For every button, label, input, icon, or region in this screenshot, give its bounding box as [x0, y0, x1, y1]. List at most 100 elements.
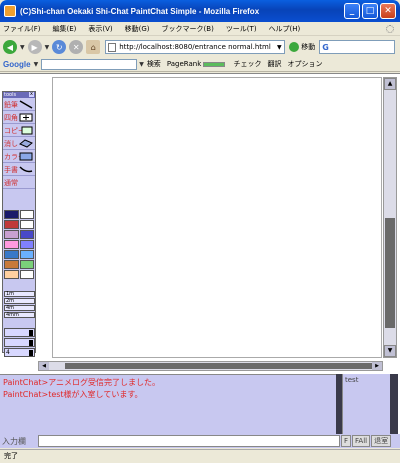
minimize-button[interactable]: _: [344, 3, 360, 19]
google-search-button[interactable]: 検索: [147, 59, 161, 69]
color-swatch[interactable]: [19, 210, 34, 219]
stop-icon[interactable]: ✕: [69, 40, 84, 54]
chat-input-field[interactable]: [38, 435, 340, 447]
color-swatch[interactable]: [19, 260, 34, 269]
check-button[interactable]: チェック: [233, 59, 261, 69]
copy-icon: [21, 126, 33, 135]
go-button[interactable]: 移動: [301, 42, 315, 52]
scroll-left-icon[interactable]: ◀: [39, 362, 49, 370]
color-swatch[interactable]: [4, 210, 19, 219]
color-swatch[interactable]: [4, 250, 19, 259]
f-button[interactable]: F: [341, 435, 352, 447]
chat-message: PaintChat>アニメログ受信完了しました。: [3, 378, 161, 387]
window-titlebar: (C)Shi-chan Oekaki Shi-Chat PaintChat Si…: [0, 0, 400, 22]
menu-bar: ファイル(F) 編集(E) 表示(V) 移動(G) ブックマーク(B) ツール(…: [0, 22, 400, 36]
tool-color[interactable]: カラー: [3, 150, 35, 163]
user-list-scrollbar[interactable]: [390, 374, 398, 434]
back-icon[interactable]: ◀: [3, 40, 17, 54]
color-swatch[interactable]: [4, 220, 19, 229]
color-icon: [19, 152, 33, 161]
throbber-icon: [386, 24, 394, 33]
google-logo[interactable]: Google: [3, 60, 31, 69]
color-swatch[interactable]: [4, 270, 19, 279]
url-bar[interactable]: http://localhost:8080/entrance normal.ht…: [105, 40, 286, 54]
tool-pencil[interactable]: 鉛筆: [3, 98, 35, 111]
menu-help[interactable]: ヘルプ(H): [269, 24, 301, 34]
pagerank-label: PageRank: [167, 60, 228, 68]
color-swatch[interactable]: [4, 230, 19, 239]
color-swatch[interactable]: [19, 220, 34, 229]
fall-button[interactable]: FAll: [352, 435, 371, 447]
tool-rectangle[interactable]: 四角: [3, 111, 35, 124]
palette-close-icon[interactable]: x: [29, 92, 34, 97]
navigation-toolbar: ◀ ▼ ▶ ▼ ↻ ✕ ⌂ http://localhost:8080/entr…: [0, 37, 400, 57]
size-option[interactable]: 4m: [4, 305, 35, 311]
pencil-icon: [19, 100, 33, 109]
vertical-scroll-thumb[interactable]: [385, 218, 395, 328]
tools-palette: tools x 鉛筆 四角 コピー 消し カラー 手書 通常 1m 2m 4m …: [2, 91, 36, 357]
exit-button[interactable]: 退室: [371, 435, 392, 447]
block-option[interactable]: 4: [4, 348, 35, 357]
color-swatch[interactable]: [4, 260, 19, 269]
url-dropdown-icon[interactable]: ▼: [274, 44, 284, 51]
app-icon: [4, 5, 16, 17]
menu-bookmarks[interactable]: ブックマーク(B): [162, 24, 214, 34]
tool-freehand[interactable]: 手書: [3, 163, 35, 176]
tool-copy[interactable]: コピー: [3, 124, 35, 137]
google-search-input[interactable]: [41, 58, 138, 70]
search-engine-icon[interactable]: G: [322, 43, 329, 52]
maximize-button[interactable]: □: [362, 3, 378, 19]
chat-log: PaintChat>アニメログ受信完了しました。 PaintChat>test様…: [0, 374, 336, 434]
tool-eraser[interactable]: 消し: [3, 137, 35, 150]
chat-message: PaintChat>test様が入室しています。: [3, 390, 143, 399]
swatch-row: [4, 270, 35, 279]
input-label: 入力欄: [2, 436, 26, 446]
url-text[interactable]: http://localhost:8080/entrance normal.ht…: [119, 43, 274, 51]
swatch-row: [4, 250, 35, 259]
color-swatch[interactable]: [19, 250, 34, 259]
opacity-blocks: 4: [4, 328, 35, 358]
color-swatch[interactable]: [19, 230, 34, 239]
horizontal-scroll-thumb[interactable]: [65, 363, 375, 369]
search-box[interactable]: G: [319, 40, 396, 54]
color-swatch[interactable]: [19, 270, 34, 279]
eraser-icon: [19, 139, 33, 148]
canvas-vertical-scrollbar[interactable]: ▲ ▼: [383, 77, 397, 358]
block-option[interactable]: [4, 338, 35, 347]
color-swatch[interactable]: [19, 240, 34, 249]
google-search-dropdown-icon[interactable]: ▼: [139, 61, 144, 68]
tool-normal[interactable]: 通常: [3, 176, 35, 189]
scroll-down-icon[interactable]: ▼: [384, 345, 396, 357]
brush-icon: [19, 166, 33, 173]
close-button[interactable]: ✕: [380, 3, 396, 19]
options-button[interactable]: オプション: [287, 59, 322, 69]
home-icon[interactable]: ⌂: [86, 40, 101, 54]
forward-icon[interactable]: ▶: [27, 40, 42, 54]
back-dropdown-icon[interactable]: ▼: [20, 44, 25, 51]
menu-view[interactable]: 表示(V): [88, 24, 112, 34]
size-option[interactable]: 4mm: [4, 312, 35, 318]
scroll-up-icon[interactable]: ▲: [384, 78, 396, 90]
size-option[interactable]: 2m: [4, 298, 35, 304]
menu-go[interactable]: 移動(G): [125, 24, 150, 34]
block-option[interactable]: [4, 328, 35, 337]
swatch-row: [4, 230, 35, 239]
go-icon[interactable]: [289, 42, 300, 52]
menu-edit[interactable]: 編集(E): [53, 24, 77, 34]
user-item[interactable]: test: [345, 376, 396, 384]
size-option[interactable]: 1m: [4, 291, 35, 297]
rectangle-icon: [19, 113, 33, 122]
menu-tools[interactable]: ツール(T): [226, 24, 257, 34]
scroll-right-icon[interactable]: ▶: [372, 362, 382, 370]
reload-icon[interactable]: ↻: [52, 40, 67, 54]
google-menu-icon[interactable]: ▼: [34, 61, 39, 68]
forward-dropdown-icon[interactable]: ▼: [45, 44, 50, 51]
drawing-canvas[interactable]: [52, 77, 382, 358]
swatch-row: [4, 220, 35, 229]
pagerank-bar: [203, 61, 226, 67]
color-swatch[interactable]: [4, 240, 19, 249]
menu-file[interactable]: ファイル(F): [3, 24, 41, 34]
translate-button[interactable]: 翻訳: [267, 59, 281, 69]
status-bar: 完了: [0, 449, 400, 463]
canvas-horizontal-scrollbar[interactable]: ◀ ▶: [38, 361, 383, 371]
